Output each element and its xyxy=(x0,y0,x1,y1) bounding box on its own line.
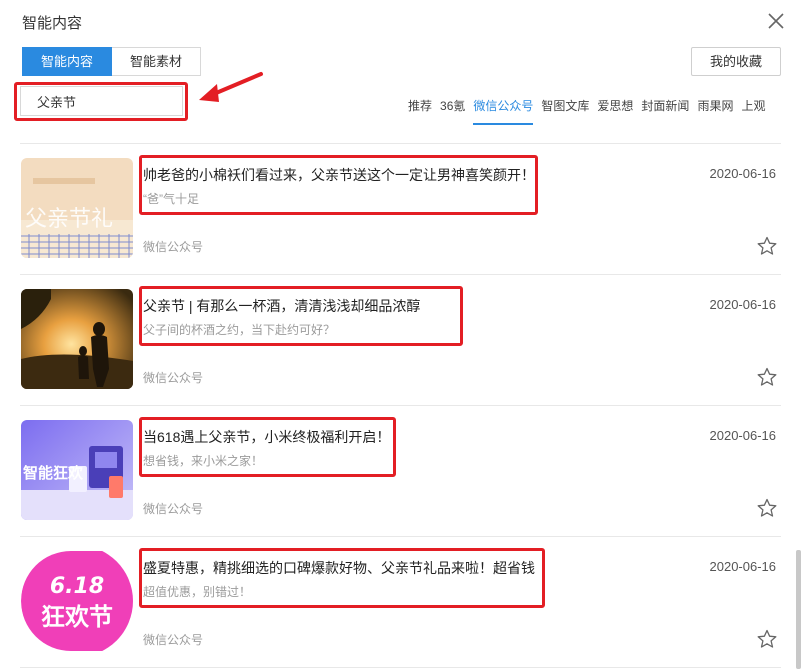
thumbnail-text: 狂欢节 xyxy=(41,603,113,631)
source-tab-shangguan[interactable]: 上观 xyxy=(741,97,765,125)
article-summary: “爸”气十足 xyxy=(143,192,199,206)
scrollbar[interactable] xyxy=(796,550,801,669)
annotation-arrow xyxy=(199,72,263,102)
article-source: 微信公众号 xyxy=(143,633,204,647)
tab-smart-material[interactable]: 智能素材 xyxy=(112,47,202,76)
my-favorites-button[interactable]: 我的收藏 xyxy=(691,47,781,76)
article-date: 2020-06-16 xyxy=(709,428,777,443)
list-item[interactable]: 父亲节礼 帅老爸的小棉袄们看过来，父亲节送这个一定让男神喜笑颜开！ “爸”气十足… xyxy=(20,144,781,275)
article-title[interactable]: 父亲节 | 有那么一杯酒，清清浅浅却细品浓醇 xyxy=(143,296,420,316)
source-tab-wechat[interactable]: 微信公众号 xyxy=(473,97,534,125)
list-item[interactable]: 6.18 狂欢节 盛夏特惠，精挑细选的口碑爆款好物、父亲节礼品来啦！超省钱 超值… xyxy=(20,537,781,668)
list-item[interactable]: 父亲节 | 有那么一杯酒，清清浅浅却细品浓醇 父子间的杯酒之约，当下赴约可好？ … xyxy=(20,275,781,406)
article-summary: 想省钱，来小米之家！ xyxy=(143,454,264,468)
star-icon[interactable] xyxy=(757,236,777,256)
article-date: 2020-06-16 xyxy=(709,166,777,181)
source-tab-36kr[interactable]: 36氪 xyxy=(440,97,465,125)
content-tabs: 智能内容 智能素材 xyxy=(22,47,202,76)
star-icon[interactable] xyxy=(757,367,777,387)
source-tab-cover-news[interactable]: 封面新闻 xyxy=(641,97,689,125)
article-source: 微信公众号 xyxy=(143,240,204,254)
source-tab-aisixiang[interactable]: 爱思想 xyxy=(597,97,633,125)
close-icon[interactable] xyxy=(767,12,785,30)
source-tabs: 推荐 36氪 微信公众号 智图文库 爱思想 封面新闻 雨果网 上观 xyxy=(408,97,773,125)
list-item[interactable]: 智能狂欢 当618遇上父亲节，小米终极福利开启！ 想省钱，来小米之家！ 微信公众… xyxy=(20,406,781,537)
star-icon[interactable] xyxy=(757,629,777,649)
tab-smart-content[interactable]: 智能内容 xyxy=(22,47,113,76)
source-tab-recommend[interactable]: 推荐 xyxy=(408,97,432,125)
article-summary: 超值优惠，别错过！ xyxy=(143,585,252,599)
article-title[interactable]: 当618遇上父亲节，小米终极福利开启！ xyxy=(143,427,390,447)
article-source: 微信公众号 xyxy=(143,371,204,385)
article-date: 2020-06-16 xyxy=(709,559,777,574)
source-tab-zhitu[interactable]: 智图文库 xyxy=(541,97,589,125)
dialog-title: 智能内容 xyxy=(22,15,83,32)
article-thumbnail xyxy=(21,289,133,389)
thumbnail-text: 6.18 xyxy=(50,574,104,599)
star-icon[interactable] xyxy=(757,498,777,518)
article-thumbnail: 6.18 狂欢节 xyxy=(21,551,133,651)
article-thumbnail: 父亲节礼 xyxy=(21,158,133,258)
thumbnail-text: 智能狂欢 xyxy=(23,464,84,482)
article-date: 2020-06-16 xyxy=(709,297,777,312)
article-title[interactable]: 盛夏特惠，精挑细选的口碑爆款好物、父亲节礼品来啦！超省钱 xyxy=(143,558,535,578)
article-title[interactable]: 帅老爸的小棉袄们看过来，父亲节送这个一定让男神喜笑颜开！ xyxy=(143,165,535,185)
article-thumbnail: 智能狂欢 xyxy=(21,420,133,520)
article-summary: 父子间的杯酒之约，当下赴约可好？ xyxy=(143,323,336,337)
source-tab-yuguo[interactable]: 雨果网 xyxy=(697,97,733,125)
article-source: 微信公众号 xyxy=(143,502,204,516)
thumbnail-text: 父亲节礼 xyxy=(25,207,113,232)
search-input[interactable] xyxy=(20,86,183,116)
article-list: 父亲节礼 帅老爸的小棉袄们看过来，父亲节送这个一定让男神喜笑颜开！ “爸”气十足… xyxy=(20,144,781,668)
